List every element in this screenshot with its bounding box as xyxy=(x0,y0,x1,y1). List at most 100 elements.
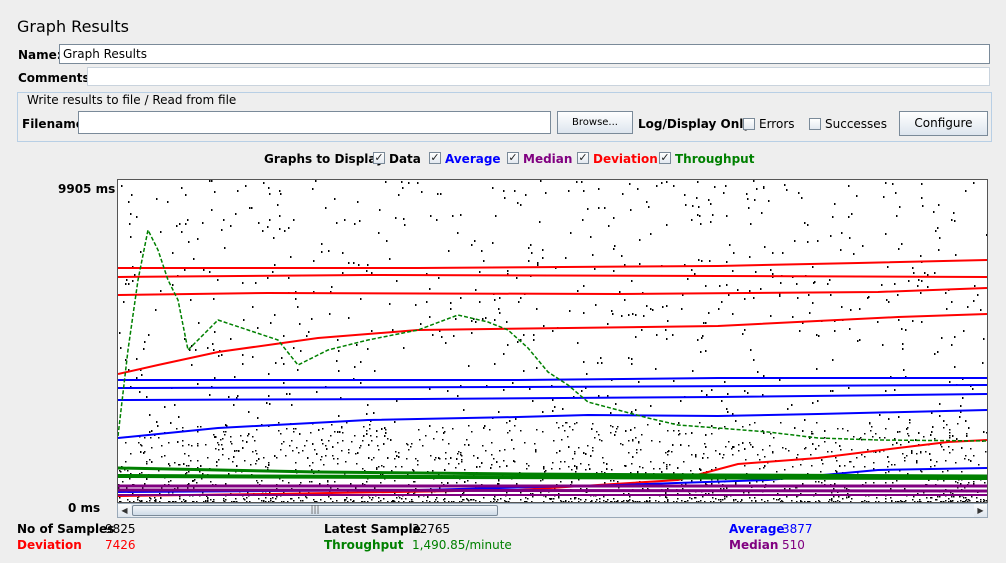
data-point xyxy=(871,426,873,428)
data-point xyxy=(704,501,706,502)
data-point xyxy=(699,422,701,424)
data-point xyxy=(203,501,205,502)
data-point xyxy=(839,501,841,502)
data-point xyxy=(156,198,158,200)
data-point xyxy=(168,481,170,483)
data-point xyxy=(973,182,975,184)
data-point xyxy=(552,399,554,401)
data-point xyxy=(700,500,702,502)
data-point xyxy=(531,252,533,254)
data-point xyxy=(460,496,462,498)
throughput-checkbox[interactable]: ✓ xyxy=(659,152,671,164)
data-point xyxy=(800,464,802,466)
data-point xyxy=(949,381,951,383)
data-point xyxy=(933,211,935,213)
data-point xyxy=(267,226,269,228)
data-point xyxy=(329,313,331,315)
data-point xyxy=(836,460,838,462)
data-checkbox[interactable]: ✓ xyxy=(373,152,385,164)
data-point xyxy=(270,322,272,324)
data-point xyxy=(927,501,929,502)
data-point xyxy=(568,501,570,502)
data-point xyxy=(661,471,663,473)
comments-field[interactable] xyxy=(87,67,990,86)
data-point xyxy=(569,310,571,312)
data-point xyxy=(697,339,699,341)
data-point xyxy=(150,498,152,500)
median-checkbox[interactable]: ✓ xyxy=(507,152,519,164)
data-point xyxy=(946,308,948,310)
data-point xyxy=(769,445,771,447)
data-point xyxy=(225,483,227,485)
data-point xyxy=(631,411,633,413)
data-point xyxy=(267,467,269,469)
filename-input[interactable] xyxy=(78,111,551,134)
data-point xyxy=(986,234,987,236)
data-point xyxy=(496,461,498,463)
data-point xyxy=(851,498,853,500)
data-point xyxy=(656,334,658,336)
data-point xyxy=(337,458,339,460)
data-point xyxy=(712,492,714,494)
data-point xyxy=(536,429,538,431)
data-point xyxy=(705,434,707,436)
data-point xyxy=(896,480,898,482)
data-point xyxy=(948,446,950,448)
data-point xyxy=(632,456,634,458)
scrollbar-thumb[interactable]: ||| xyxy=(132,505,498,516)
data-point xyxy=(812,266,814,268)
data-point xyxy=(939,415,941,417)
data-point xyxy=(254,440,256,442)
configure-button[interactable]: Configure xyxy=(899,111,988,136)
data-point xyxy=(613,248,615,250)
data-point xyxy=(816,334,818,336)
data-point xyxy=(532,400,534,402)
data-point xyxy=(485,317,487,319)
data-point xyxy=(603,496,605,498)
data-point xyxy=(613,498,615,500)
data-point xyxy=(182,427,184,429)
data-point xyxy=(411,499,413,501)
data-point xyxy=(885,501,887,502)
data-point xyxy=(638,441,640,443)
name-field[interactable] xyxy=(59,44,990,64)
data-point xyxy=(359,220,361,222)
data-point xyxy=(141,472,143,474)
average-checkbox[interactable]: ✓ xyxy=(429,152,441,164)
data-point xyxy=(234,376,236,378)
data-point xyxy=(268,464,270,466)
errors-checkbox[interactable] xyxy=(743,118,755,130)
data-point xyxy=(360,361,362,363)
data-point xyxy=(761,212,763,214)
data-point xyxy=(200,465,202,467)
deviation-checkbox[interactable]: ✓ xyxy=(577,152,589,164)
data-point xyxy=(971,496,973,498)
scroll-left-arrow-icon[interactable]: ◀ xyxy=(118,504,131,517)
browse-button[interactable]: Browse... xyxy=(557,111,633,134)
data-point xyxy=(757,371,759,373)
data-point xyxy=(288,277,290,279)
data-point xyxy=(179,223,181,225)
data-point xyxy=(258,222,260,224)
scroll-right-arrow-icon[interactable]: ▶ xyxy=(974,504,987,517)
data-point xyxy=(297,306,299,308)
data-point xyxy=(705,446,707,448)
data-point xyxy=(432,470,434,472)
deviation-label: Deviation xyxy=(593,152,658,166)
data-point xyxy=(608,225,610,227)
data-point xyxy=(630,209,632,211)
data-point xyxy=(920,292,922,294)
data-point xyxy=(210,481,212,483)
data-point xyxy=(434,459,436,461)
data-point xyxy=(450,302,452,304)
graph-horizontal-scrollbar[interactable]: ◀ ||| ▶ xyxy=(117,503,988,518)
data-point xyxy=(628,357,630,359)
data-point xyxy=(968,459,970,461)
data-point xyxy=(356,344,358,346)
data-point xyxy=(802,483,804,485)
data-point xyxy=(274,455,276,457)
data-point xyxy=(809,312,811,314)
data-point xyxy=(526,468,528,470)
data-point xyxy=(802,430,804,432)
successes-checkbox[interactable] xyxy=(809,118,821,130)
